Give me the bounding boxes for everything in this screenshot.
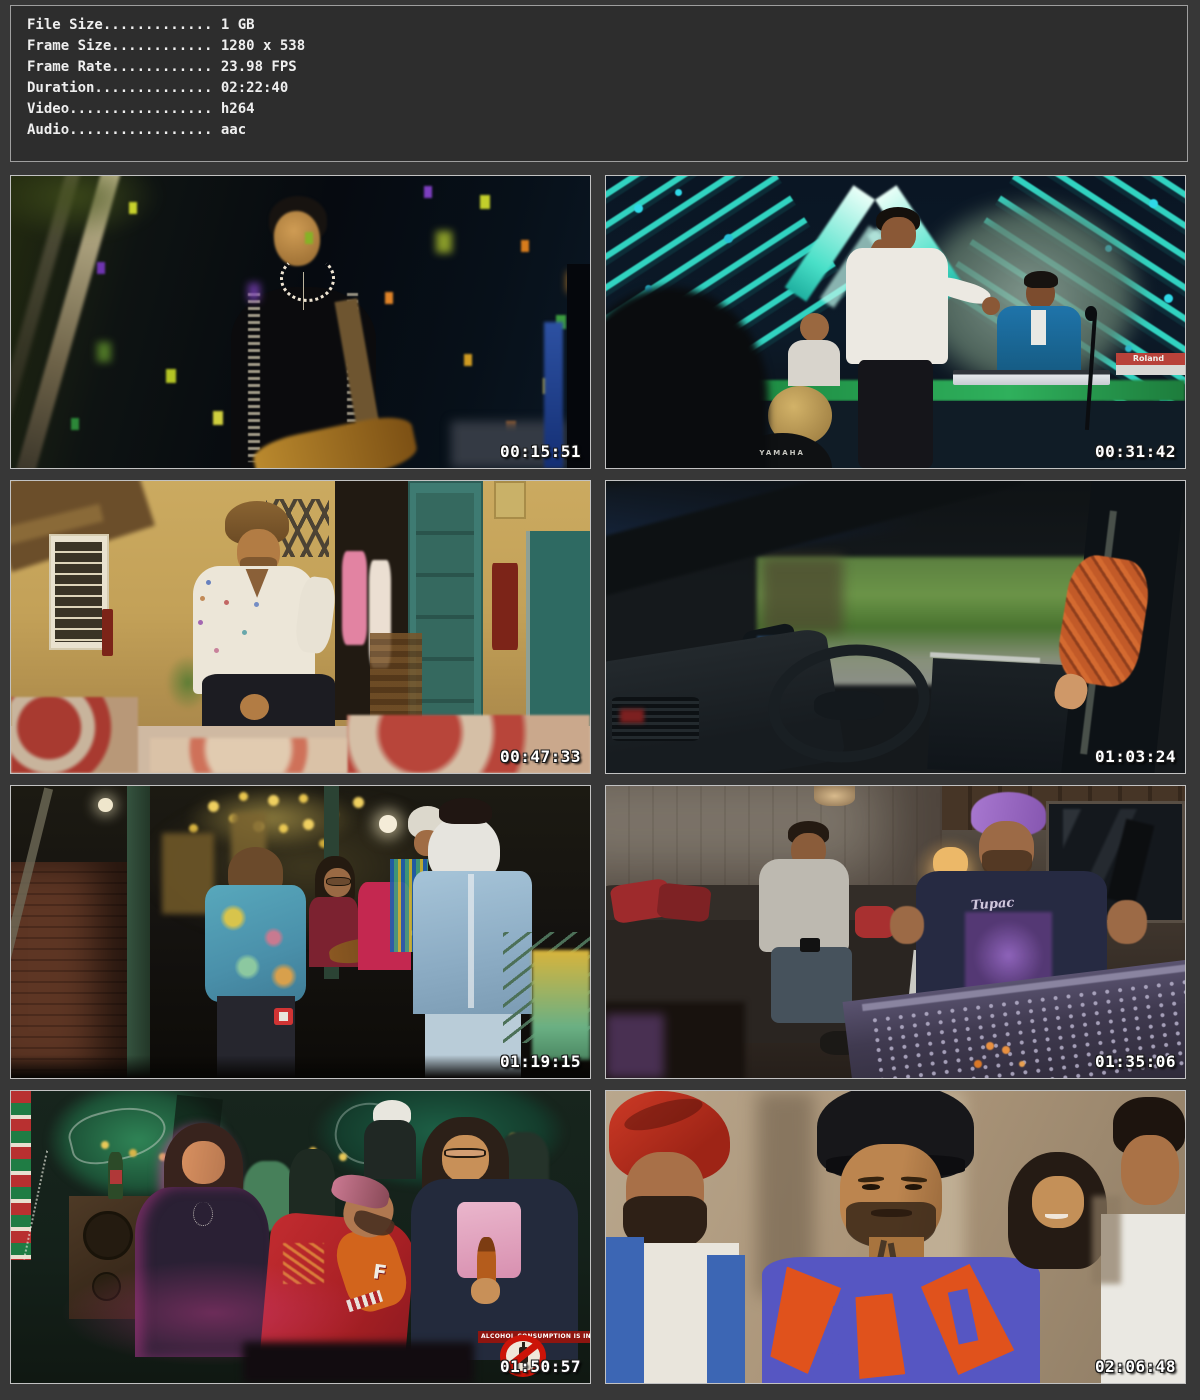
- screenshot-thumb-3: 00:47:33: [10, 480, 591, 774]
- screenshot-thumb-7: F ALCOHOL CONSUMPTION IS IN 01:50:57: [10, 1090, 591, 1384]
- red-pillow: [656, 883, 711, 923]
- screenshot-grid: 00:15:51 YAMAHA Roland: [10, 175, 1190, 1384]
- confetti-blur: [11, 176, 17, 188]
- mustache: [871, 1209, 912, 1217]
- console-leds: [606, 786, 610, 790]
- screenshot-thumb-4: 01:03:24: [605, 480, 1186, 774]
- screenshot-thumb-6: Tupac 01:35:06: [605, 785, 1186, 1079]
- keyboard-brand-label: Roland: [1133, 354, 1164, 363]
- jeans: [771, 947, 852, 1023]
- tree-blur: [762, 557, 843, 633]
- tshirt-text: Tupac: [970, 895, 1014, 913]
- timestamp-7: 01:50:57: [500, 1357, 581, 1376]
- timestamp-5: 01:19:15: [500, 1052, 581, 1071]
- drummer-shirt: [788, 340, 840, 387]
- media-info-panel: File Size............. 1 GB Frame Size..…: [10, 5, 1188, 162]
- far-right-man-face: [1121, 1135, 1179, 1205]
- man-hand: [240, 694, 269, 720]
- woman-paisley-jacket: [205, 885, 306, 1002]
- pendant-chain: [303, 272, 304, 310]
- necklace: [193, 1202, 212, 1226]
- eyes: [862, 1184, 879, 1189]
- holding-hand: [471, 1278, 500, 1304]
- timestamp-8: 02:06:48: [1095, 1357, 1176, 1376]
- lantern: [98, 798, 113, 813]
- led-dots: [606, 176, 611, 181]
- bed-blanket-left: [11, 697, 138, 773]
- singer-hand: [982, 297, 999, 315]
- brick-wall: [11, 862, 127, 1078]
- info-row-duration: Duration.............. 02:22:40: [27, 78, 1187, 99]
- car-door: [927, 658, 1083, 774]
- lantern: [379, 815, 398, 833]
- phone: [800, 938, 820, 953]
- timestamp-6: 01:35:06: [1095, 1052, 1176, 1071]
- wall-hanging: [492, 563, 518, 651]
- timestamp-3: 00:47:33: [500, 747, 581, 766]
- green-post: [127, 786, 150, 1078]
- producer-hand: [890, 906, 925, 944]
- singer-pants: [858, 360, 933, 468]
- shirt-doodles: [11, 481, 14, 484]
- keyboard: [953, 370, 1109, 385]
- woman-face: [182, 1141, 225, 1185]
- info-row-file-size: File Size............. 1 GB: [27, 15, 1187, 36]
- screenshot-thumb-1: 00:15:51: [10, 175, 591, 469]
- info-row-audio: Audio................. aac: [27, 120, 1187, 141]
- screenshot-thumb-2: YAMAHA Roland 00:31:42: [605, 175, 1186, 469]
- drum-brand-label: YAMAHA: [759, 449, 804, 457]
- photo-frame: [494, 481, 526, 519]
- colorful-fabric: [532, 950, 590, 1061]
- blue-vest: [606, 1237, 644, 1383]
- glasses-woman-face: [442, 1135, 488, 1182]
- info-row-frame-rate: Frame Rate............ 23.98 FPS: [27, 57, 1187, 78]
- teal-door: [526, 531, 590, 744]
- info-row-frame-size: Frame Size............ 1280 x 538: [27, 36, 1187, 57]
- pearl-necklace: [280, 255, 335, 302]
- producer-hand: [1107, 900, 1148, 944]
- timestamp-2: 00:31:42: [1095, 442, 1176, 461]
- hanging-clothes-pink: [342, 551, 366, 644]
- info-row-video: Video................. h264: [27, 99, 1187, 120]
- wall-sconce: [814, 786, 855, 806]
- screenshot-thumb-8: 02:06:48: [605, 1090, 1186, 1384]
- eyes: [905, 1184, 922, 1189]
- wall-pipe: [102, 609, 112, 656]
- smiling-woman-face: [1032, 1176, 1084, 1229]
- timestamp-4: 01:03:24: [1095, 747, 1176, 766]
- glasses: [326, 877, 351, 886]
- screenshot-thumb-5: 01:19:15: [10, 785, 591, 1079]
- blue-vest: [707, 1255, 745, 1383]
- eyeglasses: [444, 1148, 486, 1158]
- timestamp-1: 00:15:51: [500, 442, 581, 461]
- string-lights: [11, 786, 16, 791]
- singer-shirt: [846, 248, 947, 365]
